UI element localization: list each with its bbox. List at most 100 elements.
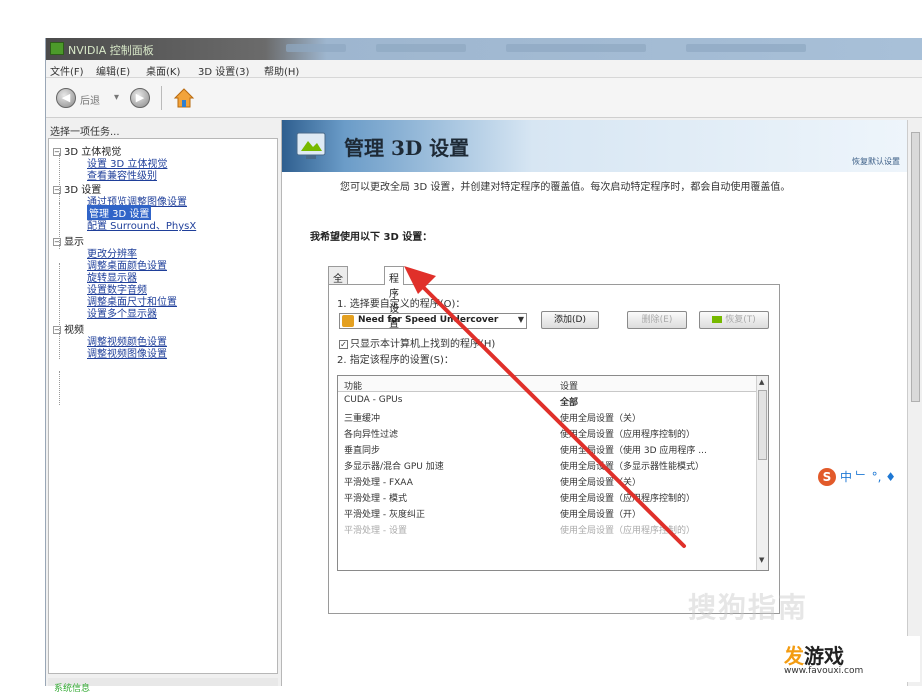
toolbar: ◀ 后退 ▾ ▶ xyxy=(46,78,922,118)
system-info-link[interactable]: 系统信息 xyxy=(54,681,90,694)
table-row[interactable]: 三重缓冲 使用全局设置（关） xyxy=(338,410,758,425)
column-setting: 设置 xyxy=(560,382,579,392)
tree-item-multi-display[interactable]: 设置多个显示器 xyxy=(87,305,157,320)
setting-cell[interactable]: 使用全局设置（应用程序控制的） xyxy=(560,523,695,536)
menu-bar: 文件(F) 编辑(E) 桌面(K) 3D 设置(3) 帮助(H) xyxy=(46,60,922,78)
site-watermark-url: www.favouxi.com xyxy=(784,666,864,676)
site-watermark-title-a: 发 xyxy=(784,644,804,668)
menu-desktop[interactable]: 桌面(K) xyxy=(146,63,180,78)
feature-cell: 垂直同步 xyxy=(344,446,381,456)
title-bar-blur xyxy=(686,44,806,52)
feature-cell: CUDA - GPUs xyxy=(344,395,403,405)
menu-edit[interactable]: 编辑(E) xyxy=(96,63,130,78)
restore-button-label: 恢复(T) xyxy=(725,315,756,325)
settings-grid: 功能 设置 CUDA - GPUs 全部 三重缓冲 使用全局设置（关） 各向异性过滤… xyxy=(337,375,769,571)
back-arrow-icon[interactable]: ◀ xyxy=(56,88,76,108)
tree-item-compat-level[interactable]: 查看兼容性级别 xyxy=(87,167,157,182)
collapse-icon[interactable]: − xyxy=(53,238,61,246)
setting-cell[interactable]: 使用全局设置（关） xyxy=(560,475,641,488)
setting-cell[interactable]: 使用全局设置（关） xyxy=(560,411,641,424)
chevron-down-icon: ▼ xyxy=(517,315,524,324)
title-bar-blur xyxy=(376,44,466,52)
program-select-value: Need for Speed Undercover xyxy=(358,315,499,325)
menu-3d-settings[interactable]: 3D 设置(3) xyxy=(198,63,249,78)
table-row[interactable]: 平滑处理 - FXAA 使用全局设置（关） xyxy=(338,474,758,489)
setting-cell[interactable]: 全部 xyxy=(560,395,578,408)
forward-arrow-icon[interactable]: ▶ xyxy=(130,88,150,108)
table-row[interactable]: 平滑处理 - 模式 使用全局设置（应用程序控制的） xyxy=(338,490,758,505)
table-row[interactable]: CUDA - GPUs 全部 xyxy=(338,394,758,409)
tree-item-surround-physx[interactable]: 配置 Surround、PhysX xyxy=(87,217,196,232)
page-description: 您可以更改全局 3D 设置，并创建对特定程序的覆盖值。每次启动特定程序时，都会自… xyxy=(340,182,791,193)
table-row[interactable]: 平滑处理 - 灰度纠正 使用全局设置（开） xyxy=(338,506,758,521)
title-bar[interactable]: NVIDIA 控制面板 xyxy=(46,38,922,60)
site-watermark-title-b: 游戏 xyxy=(804,644,844,668)
task-tree-header: 选择一项任务... xyxy=(50,127,120,138)
feature-cell: 平滑处理 - 设置 xyxy=(344,526,407,536)
program-select[interactable]: Need for Speed Undercover ▼ xyxy=(339,313,527,329)
restore-button[interactable]: 恢复(T) xyxy=(699,311,769,329)
remove-button[interactable]: 删除(E) xyxy=(627,311,687,329)
step2-label: 2. 指定该程序的设置(S)： xyxy=(337,355,454,366)
step1-label: 1. 选择要自定义的程序(O)： xyxy=(337,299,466,310)
setting-cell[interactable]: 使用全局设置（应用程序控制的） xyxy=(560,491,695,504)
feature-cell: 平滑处理 - FXAA xyxy=(344,478,413,488)
tree-line xyxy=(59,263,60,359)
tree-category-label: 视频 xyxy=(64,325,84,336)
collapse-icon[interactable]: − xyxy=(53,326,61,334)
setting-cell[interactable]: 使用全局设置（使用 3D 应用程序 ... xyxy=(560,443,707,456)
home-icon[interactable] xyxy=(172,86,196,110)
collapse-icon[interactable]: − xyxy=(53,148,61,156)
feature-cell: 平滑处理 - 模式 xyxy=(344,494,407,504)
main-panel: 管理 3D 设置 恢复默认设置 您可以更改全局 3D 设置，并创建对特定程序的覆… xyxy=(281,120,908,686)
sogou-input-icon[interactable]: S xyxy=(818,468,836,486)
menu-file[interactable]: 文件(F) xyxy=(50,63,84,78)
scroll-thumb[interactable] xyxy=(758,390,767,460)
tab-program-settings[interactable]: 程序设置 xyxy=(384,266,404,330)
page-margin xyxy=(0,0,45,686)
ime-toolbar[interactable]: S 中 ﹂ °, ♦ xyxy=(818,468,896,490)
restore-defaults-link[interactable]: 恢复默认设置 xyxy=(852,156,900,167)
scroll-up-icon[interactable]: ▲ xyxy=(759,378,764,386)
back-dropdown-icon[interactable]: ▾ xyxy=(114,92,119,103)
scroll-down-icon[interactable]: ▼ xyxy=(759,556,764,564)
setting-cell[interactable]: 使用全局设置（开） xyxy=(560,507,641,520)
tree-category-display[interactable]: − 显示 xyxy=(53,233,84,248)
add-button[interactable]: 添加(D) xyxy=(541,311,599,329)
game-icon xyxy=(342,315,354,327)
feature-cell: 多显示器/混合 GPU 加速 xyxy=(344,462,444,472)
checkbox-checked-icon: ✓ xyxy=(339,339,348,349)
tree-item-video-image[interactable]: 调整视频图像设置 xyxy=(87,345,167,360)
feature-cell: 平滑处理 - 灰度纠正 xyxy=(344,510,425,520)
ime-status-icons[interactable]: 中 ﹂ °, ♦ xyxy=(840,470,896,484)
window-title: NVIDIA 控制面板 xyxy=(68,44,154,57)
back-label[interactable]: 后退 xyxy=(80,92,100,107)
main-scroll-thumb[interactable] xyxy=(911,132,920,402)
toolbar-separator xyxy=(161,86,162,110)
site-watermark: 发游戏 www.favouxi.com xyxy=(710,636,920,682)
page-title: 管理 3D 设置 xyxy=(344,136,470,160)
nvidia-logo-icon xyxy=(50,42,64,55)
setting-cell[interactable]: 使用全局设置（多显示器性能模式） xyxy=(560,459,704,472)
title-bar-blur xyxy=(506,44,646,52)
grid-scrollbar[interactable]: ▲ ▼ xyxy=(756,376,768,570)
task-tree: −3D 立体视觉 设置 3D 立体视觉 查看兼容性级别 −3D 设置 通过预览调… xyxy=(48,138,278,674)
table-row[interactable]: 垂直同步 使用全局设置（使用 3D 应用程序 ... xyxy=(338,442,758,457)
page-banner: 管理 3D 设置 恢复默认设置 xyxy=(282,120,908,172)
setting-cell[interactable]: 使用全局设置（应用程序控制的） xyxy=(560,427,695,440)
show-only-found-checkbox[interactable]: ✓ 只显示本计算机上找到的程序(H) xyxy=(339,335,495,350)
column-feature: 功能 xyxy=(344,382,363,392)
main-scrollbar[interactable] xyxy=(907,120,922,686)
table-row[interactable]: 各向异性过滤 使用全局设置（应用程序控制的） xyxy=(338,426,758,441)
table-row[interactable]: 平滑处理 - 设置 使用全局设置（应用程序控制的） xyxy=(338,522,758,537)
tree-category-video[interactable]: − 视频 xyxy=(53,321,84,336)
program-settings-panel: 1. 选择要自定义的程序(O)： Need for Speed Undercov… xyxy=(328,284,780,614)
menu-help[interactable]: 帮助(H) xyxy=(264,63,299,78)
site-watermark-title: 发游戏 xyxy=(784,640,844,669)
collapse-icon[interactable]: − xyxy=(53,186,61,194)
title-bar-blur xyxy=(286,44,346,52)
table-row[interactable]: 多显示器/混合 GPU 加速 使用全局设置（多显示器性能模式） xyxy=(338,458,758,473)
tab-global-settings[interactable]: 全局设置 xyxy=(328,266,348,330)
3d-settings-icon xyxy=(296,132,326,159)
nvidia-icon xyxy=(712,316,723,323)
